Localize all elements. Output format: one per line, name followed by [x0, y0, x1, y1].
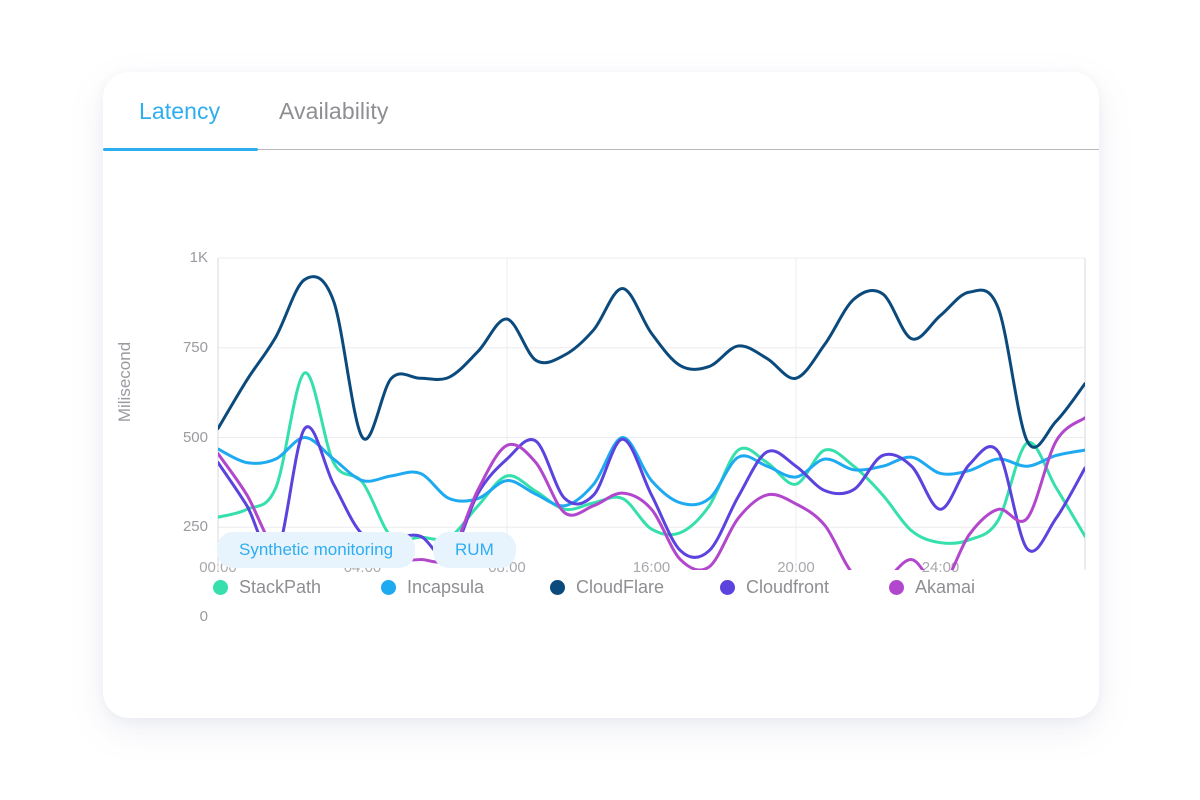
chart-area: Milisecond 02505007501K 00:0004:0008:001… [103, 150, 1099, 718]
legend-item-label: StackPath [239, 576, 322, 597]
legend-color-dot-icon [381, 579, 396, 595]
legend-item-label: Cloudfront [746, 576, 830, 597]
series-group [218, 275, 1085, 570]
line-chart-svg [217, 257, 1086, 570]
legend-item-akamai[interactable]: Akamai [889, 577, 975, 598]
tab-latency[interactable]: Latency [139, 98, 220, 125]
legend-item-incapsula[interactable]: Incapsula [381, 577, 484, 598]
legend-item-cloudfront[interactable]: Cloudfront [720, 577, 829, 598]
chip-rum[interactable]: RUM [433, 532, 516, 568]
legend-color-dot-icon [720, 579, 735, 595]
latency-card: Latency Availability Milisecond 0 250 500 7… [103, 72, 1099, 718]
series-line-stackpath [218, 371, 1085, 545]
tab-availability[interactable]: Availability [279, 98, 388, 125]
legend-item-stackpath[interactable]: StackPath [213, 577, 321, 598]
y-tick-label: 0 [199, 608, 208, 625]
legend-color-dot-icon [550, 579, 565, 595]
legend-item-cloudflare[interactable]: CloudFlare [550, 577, 664, 598]
filter-chip-group: Synthetic monitoring RUM [217, 532, 516, 568]
legend-item-label: Akamai [915, 576, 976, 597]
chip-synthetic-monitoring[interactable]: Synthetic monitoring [217, 532, 416, 568]
legend-color-dot-icon [213, 579, 228, 595]
legend-item-label: CloudFlare [576, 576, 665, 597]
legend-color-dot-icon [889, 579, 904, 595]
series-line-cloudflare [218, 275, 1085, 449]
tab-bar: Latency Availability [103, 72, 1099, 151]
legend-item-label: Incapsula [407, 576, 485, 597]
